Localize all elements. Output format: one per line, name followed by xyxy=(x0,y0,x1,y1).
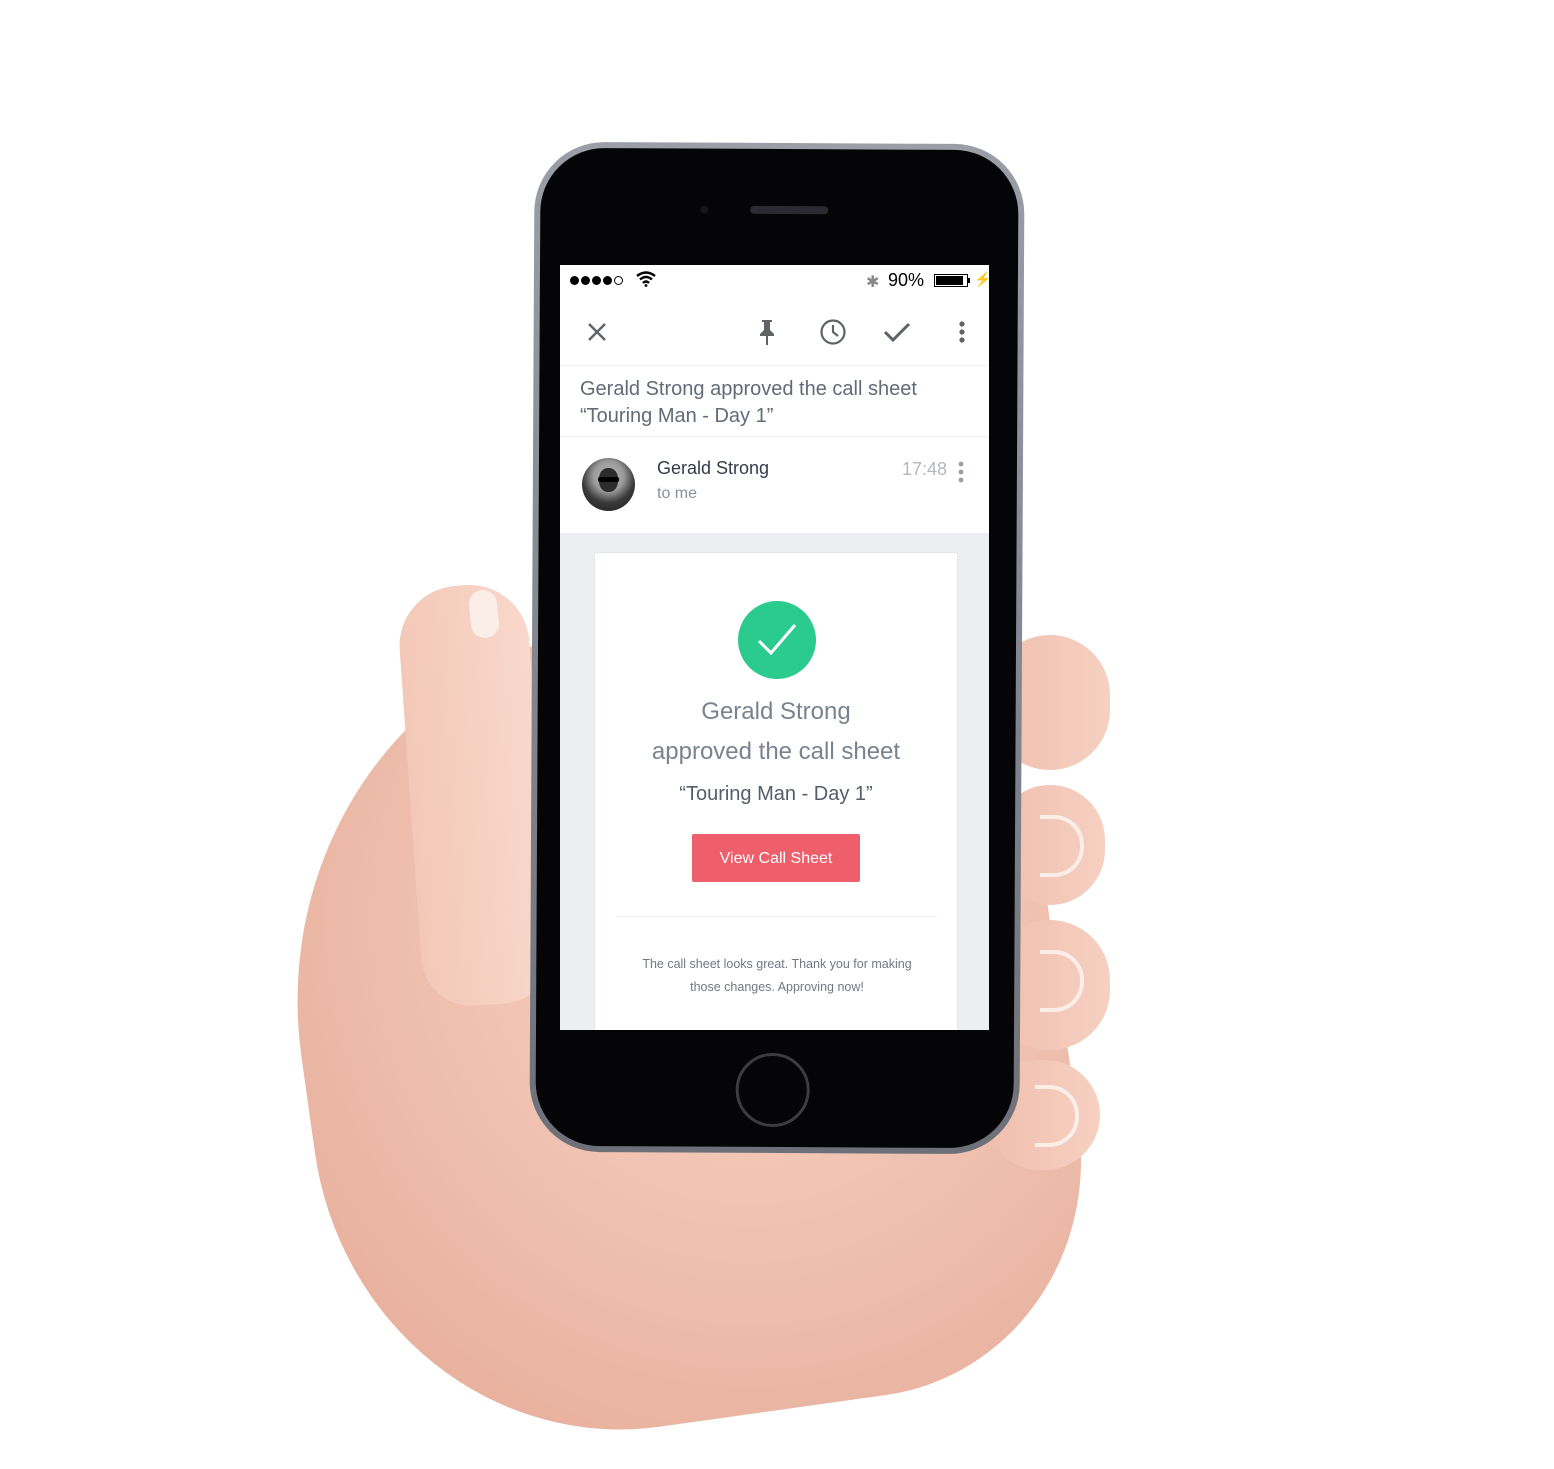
done-button[interactable] xyxy=(880,315,914,349)
email-toolbar xyxy=(560,301,989,363)
battery-icon xyxy=(934,274,968,287)
subject-line-1: Gerald Strong approved the call sheet xyxy=(580,378,917,400)
avatar-sunglasses xyxy=(598,477,619,482)
earpiece-speaker xyxy=(750,205,829,215)
more-vertical-icon xyxy=(958,461,964,483)
message-more-button[interactable] xyxy=(957,461,965,488)
approver-name: Gerald Strong xyxy=(701,698,851,725)
pin-icon xyxy=(760,320,774,345)
close-button[interactable] xyxy=(580,315,614,349)
approval-card: Gerald Strong approved the call sheet “T… xyxy=(594,552,958,1030)
more-options-button[interactable] xyxy=(945,315,979,349)
call-sheet-title: “Touring Man - Day 1” xyxy=(679,783,873,805)
front-camera xyxy=(700,205,709,214)
signal-strength-icon xyxy=(570,276,623,285)
more-vertical-icon xyxy=(959,321,965,343)
clock-icon xyxy=(820,319,846,345)
status-bar: ✱ 90% ⚡ xyxy=(560,265,989,297)
divider xyxy=(617,916,937,917)
subject-line-2: “Touring Man - Day 1” xyxy=(580,405,774,427)
bolt-icon: ⚡ xyxy=(974,271,989,287)
approval-text: approved the call sheet xyxy=(651,738,901,765)
check-icon xyxy=(883,322,911,343)
email-time: 17:48 xyxy=(902,459,948,479)
home-button[interactable] xyxy=(735,1052,810,1128)
check-circle-icon xyxy=(738,601,816,679)
email-subject: Gerald Strong approved the call sheet “T… xyxy=(560,365,989,437)
bluetooth-icon: ✱ xyxy=(866,274,880,291)
pin-button[interactable] xyxy=(750,315,784,349)
recipient-label[interactable]: to me xyxy=(657,485,697,503)
wifi-icon xyxy=(636,271,656,292)
approval-note: The call sheet looks great. Thank you fo… xyxy=(642,957,912,994)
battery-tip xyxy=(968,278,970,283)
battery-percentage: 90% xyxy=(888,270,925,290)
close-icon xyxy=(588,323,606,341)
avatar[interactable] xyxy=(582,458,635,511)
snooze-button[interactable] xyxy=(816,315,850,349)
phone-screen: ✱ 90% ⚡ Gerald Strong approved the call … xyxy=(560,265,989,1030)
view-call-sheet-button[interactable]: View Call Sheet xyxy=(692,834,860,882)
sender-name: Gerald Strong xyxy=(657,458,770,478)
sender-row[interactable]: Gerald Strong to me 17:48 xyxy=(560,437,989,533)
